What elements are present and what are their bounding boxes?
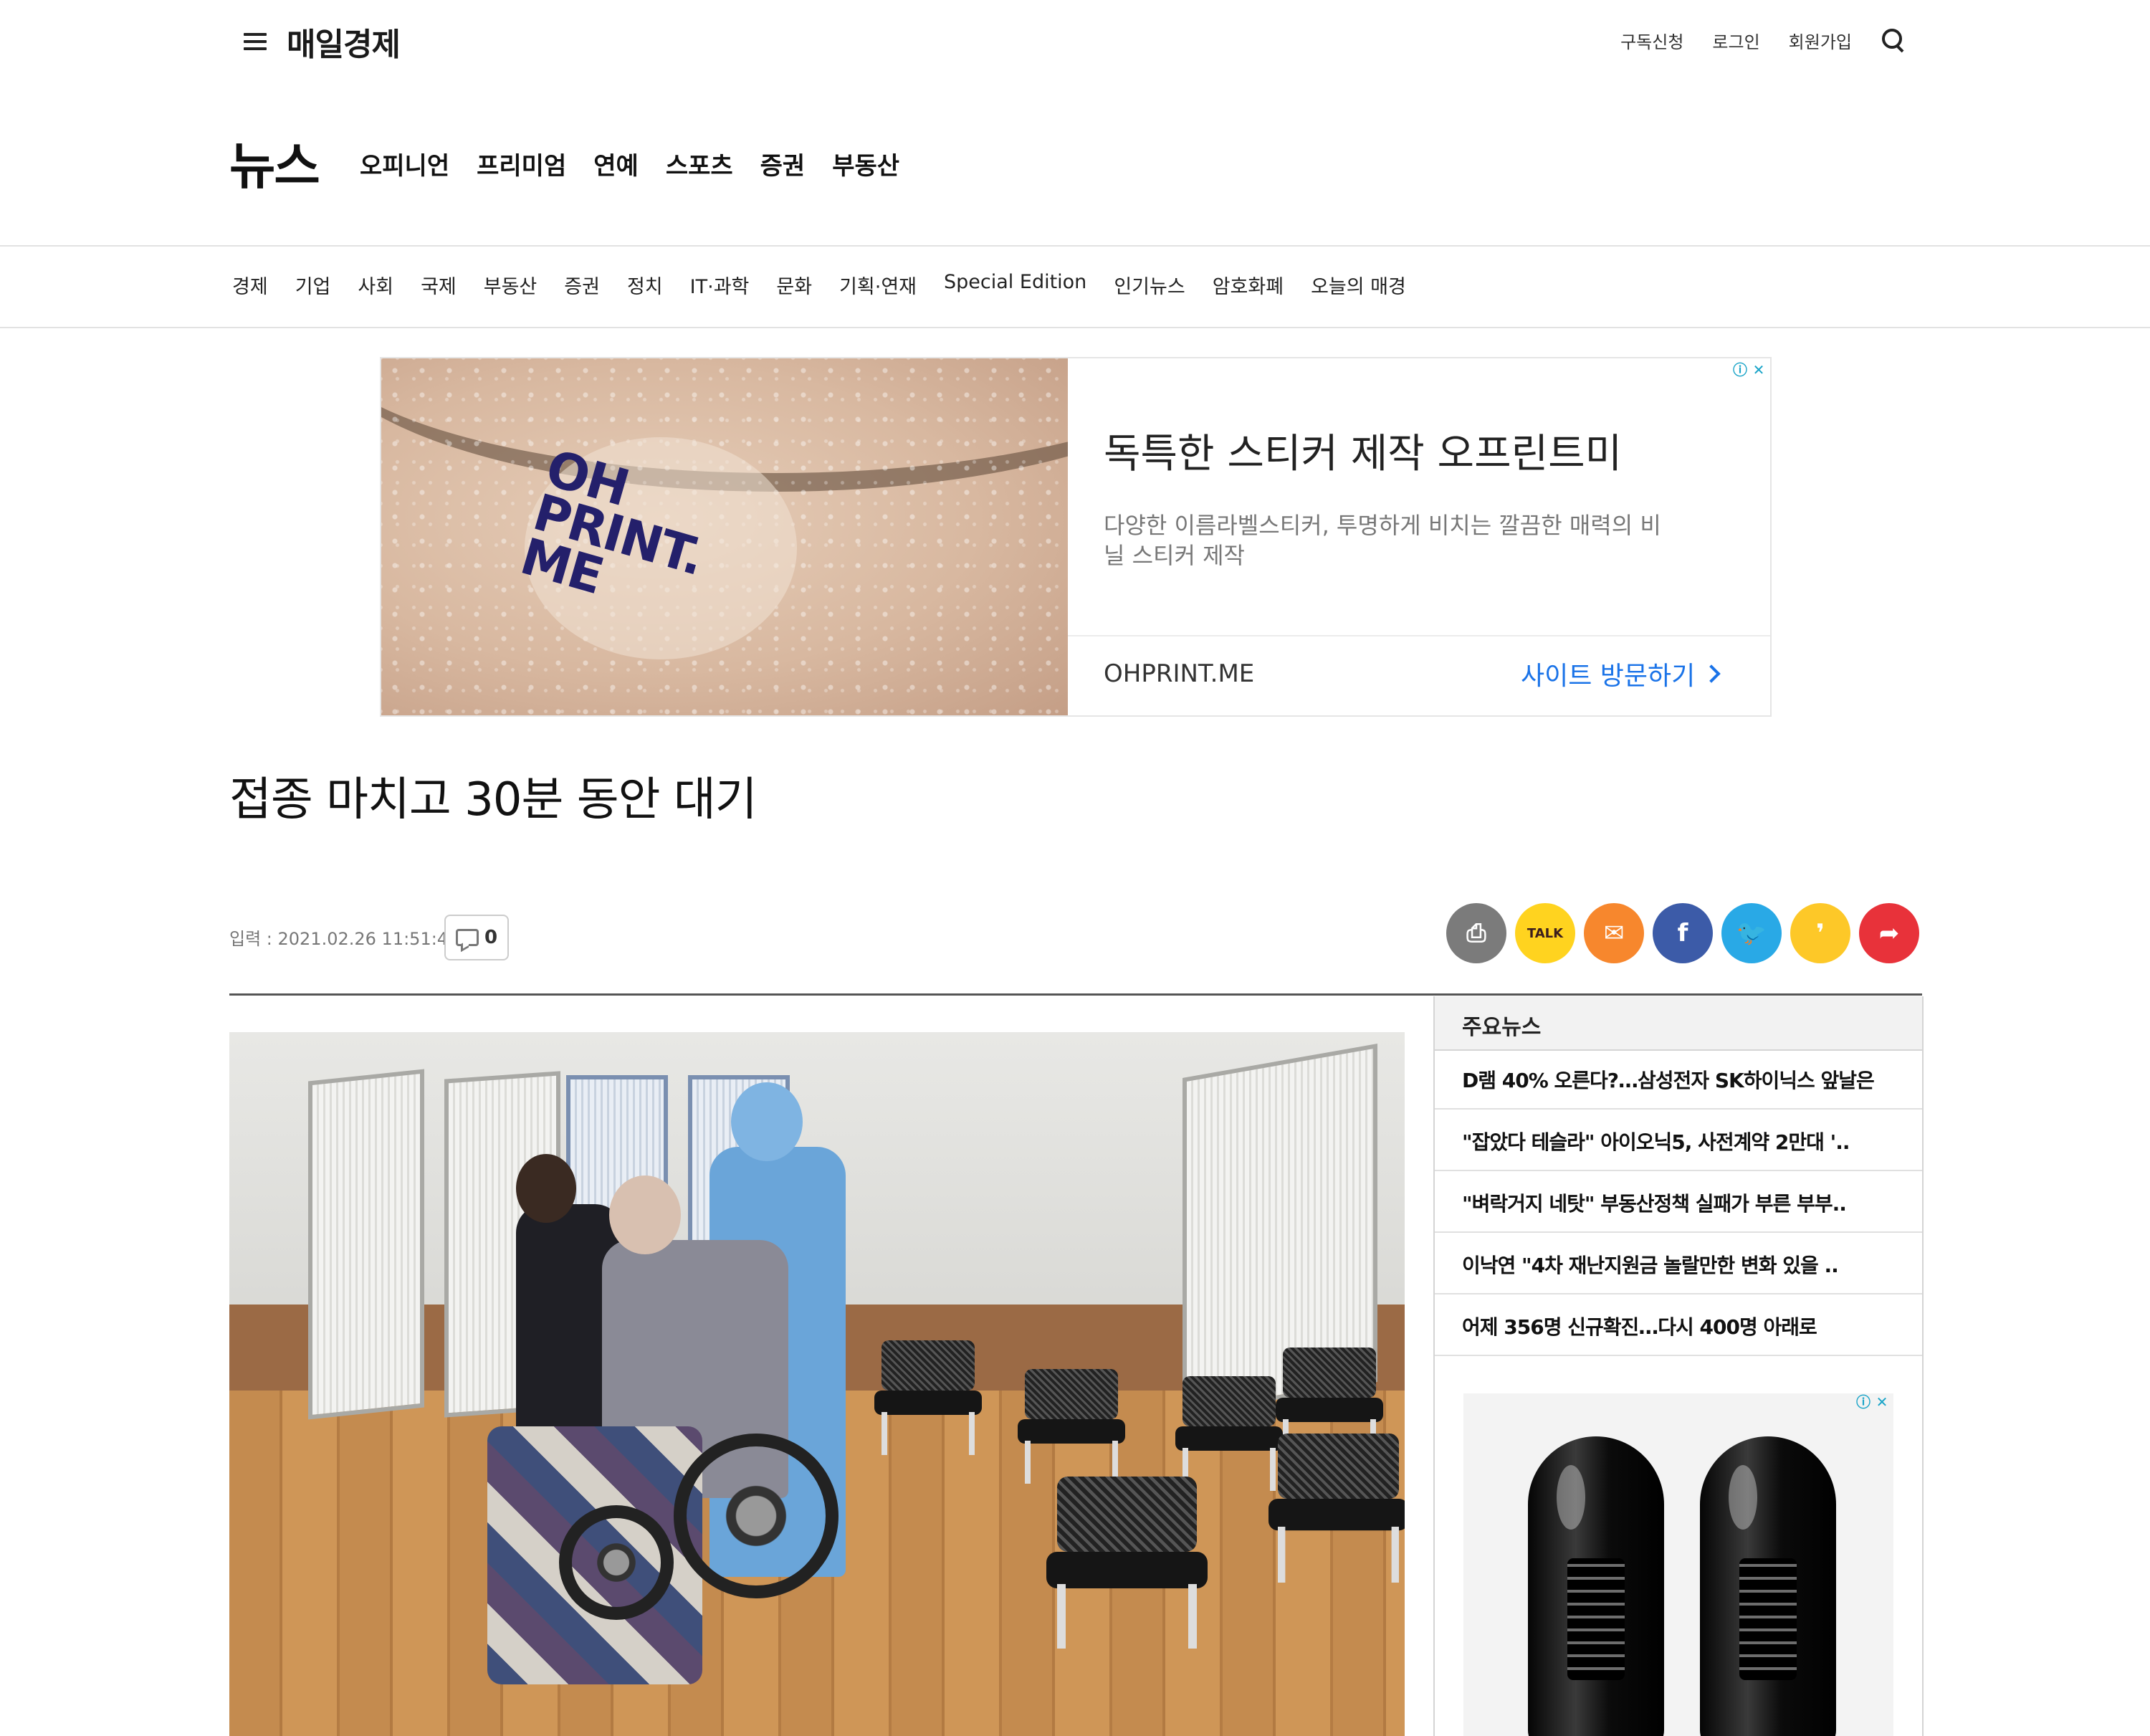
sidebar-top-news: 주요뉴스 D램 40% 오른다?…삼성전자 SK하이닉스 앞날은 "잡았다 테슬… (1433, 996, 1924, 1736)
category-realestate[interactable]: 부동산 (484, 271, 538, 299)
category-nav: 경제 기업 사회 국제 부동산 증권 정치 IT·과학 문화 기획·연재 Spe… (232, 271, 1406, 299)
ad-banner[interactable]: OH PRINT. ME 독특한 스티커 제작 오프린트미 다양한 이름라벨스티… (380, 357, 1772, 717)
article-divider (229, 993, 1922, 996)
top-news-item[interactable]: D램 40% 오른다?…삼성전자 SK하이닉스 앞날은 (1435, 1049, 1922, 1110)
ad-info-icon[interactable]: ⓘ (1731, 361, 1749, 378)
hamburger-menu-icon[interactable] (244, 33, 267, 50)
sidebar-title: 주요뉴스 (1462, 1015, 1542, 1040)
sidebar-header: 주요뉴스 (1435, 996, 1922, 1051)
login-link[interactable]: 로그인 (1712, 28, 1759, 53)
ad-domain: OHPRINT.ME (1104, 659, 1255, 688)
kakaostory-icon[interactable]: ❜ (1790, 903, 1850, 963)
ad-divider (1068, 635, 1770, 636)
search-icon[interactable] (1881, 27, 1906, 53)
category-popular[interactable]: 인기뉴스 (1114, 271, 1185, 299)
section-nav-realestate[interactable]: 부동산 (832, 146, 899, 181)
section-nav-entertainment[interactable]: 연예 (593, 146, 639, 181)
kakaotalk-icon[interactable]: TALK (1515, 903, 1575, 963)
category-special-edition[interactable]: Special Edition (944, 271, 1086, 299)
section-nav-stocks[interactable]: 증권 (760, 146, 806, 181)
category-series[interactable]: 기획·연재 (839, 271, 917, 299)
share-icon[interactable]: ➦ (1859, 903, 1919, 963)
divider (0, 327, 2150, 328)
top-news-item[interactable]: "벼락거지 네탓" 부동산정책 실패가 부른 부부.. (1435, 1173, 1922, 1233)
category-today-mk[interactable]: 오늘의 매경 (1311, 271, 1406, 299)
ad-cta-label: 사이트 방문하기 (1521, 662, 1696, 691)
section-nav-opinion[interactable]: 오피니언 (360, 146, 449, 181)
twitter-icon[interactable]: 🐦 (1721, 903, 1782, 963)
subscribe-link[interactable]: 구독신청 (1620, 28, 1683, 53)
top-links: 구독신청 로그인 회원가입 (1620, 27, 1906, 53)
category-culture[interactable]: 문화 (776, 271, 812, 299)
divider (0, 245, 2150, 247)
category-international[interactable]: 국제 (421, 271, 457, 299)
comment-button[interactable]: 0 (444, 915, 509, 960)
category-stocks[interactable]: 증권 (564, 271, 600, 299)
site-logo[interactable]: 매일경제 (287, 19, 401, 65)
category-economy[interactable]: 경제 (232, 271, 268, 299)
share-buttons: ⎙ TALK ✉ f 🐦 ❜ ➦ (1446, 903, 1919, 963)
ad-image[interactable]: OH PRINT. ME (381, 358, 1068, 715)
top-news-item[interactable]: 이낙연 "4차 재난지원금 놀랄만한 변화 있을 .. (1435, 1234, 1922, 1294)
ad-visit-site-button[interactable]: 사이트 방문하기 (1521, 655, 1721, 692)
section-nav-sports[interactable]: 스포츠 (666, 146, 733, 181)
sidebar-ad[interactable]: ⓘ ✕ (1463, 1393, 1893, 1736)
comment-icon (455, 929, 479, 946)
ad-close-icon[interactable]: ✕ (1873, 1393, 1891, 1411)
comment-count: 0 (484, 927, 498, 948)
section-title[interactable]: 뉴스 (229, 126, 320, 199)
ad-close-icon[interactable]: ✕ (1750, 361, 1767, 378)
shoe-image (1700, 1436, 1836, 1736)
ad-info-icon[interactable]: ⓘ (1855, 1393, 1872, 1411)
ad-headline[interactable]: 독특한 스티커 제작 오프린트미 (1104, 421, 1622, 480)
top-bar: 매일경제 구독신청 로그인 회원가입 (0, 0, 2150, 86)
chevron-right-icon (1702, 664, 1721, 683)
category-society[interactable]: 사회 (358, 271, 393, 299)
category-it-science[interactable]: IT·과학 (690, 271, 750, 299)
email-icon[interactable]: ✉ (1584, 903, 1644, 963)
category-crypto[interactable]: 암호화폐 (1213, 271, 1284, 299)
section-nav: 오피니언 프리미엄 연예 스포츠 증권 부동산 (360, 146, 899, 181)
category-business[interactable]: 기업 (295, 271, 331, 299)
ad-description: 다양한 이름라벨스티커, 투명하게 비치는 깔끔한 매력의 비닐 스티커 제작 (1104, 512, 1661, 569)
article-headline: 접종 마치고 30분 동안 대기 (229, 773, 758, 826)
print-icon[interactable]: ⎙ (1446, 903, 1506, 963)
top-news-item[interactable]: 어제 356명 신규확진…다시 400명 아래로 (1435, 1296, 1922, 1356)
signup-link[interactable]: 회원가입 (1789, 28, 1852, 53)
article-byline: 입력 : 2021.02.26 11:51:46 (229, 929, 459, 949)
facebook-icon[interactable]: f (1653, 903, 1713, 963)
section-nav-premium[interactable]: 프리미엄 (477, 146, 566, 181)
top-news-item[interactable]: "잡았다 테슬라" 아이오닉5, 사전계약 2만대 '.. (1435, 1111, 1922, 1171)
shoe-image (1528, 1436, 1664, 1736)
category-politics[interactable]: 정치 (627, 271, 663, 299)
article-photo (229, 1032, 1405, 1736)
